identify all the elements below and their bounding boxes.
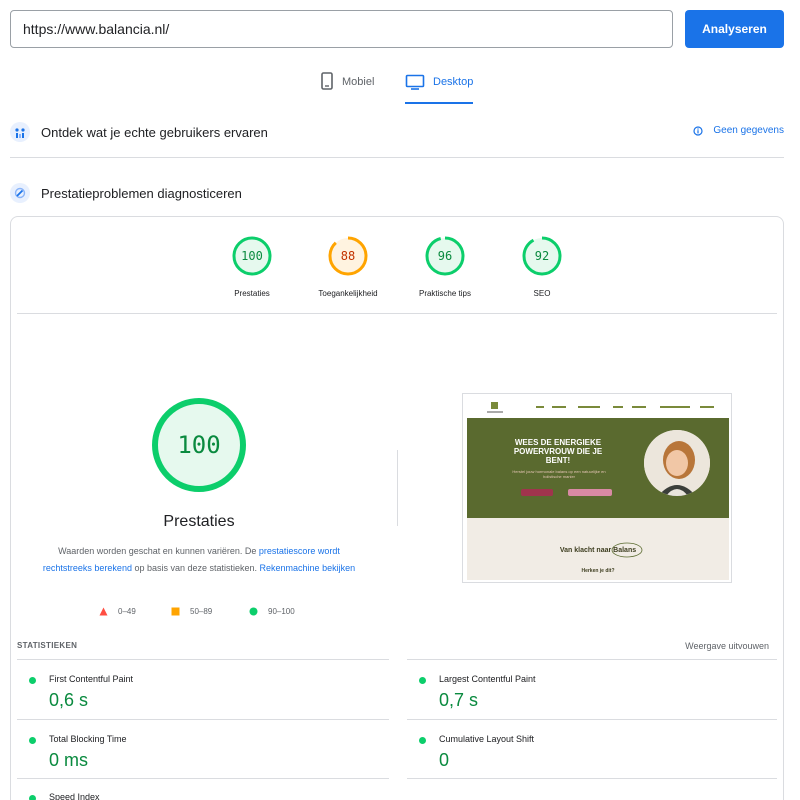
score-label: Praktische tips bbox=[418, 289, 472, 298]
monitor-icon bbox=[405, 74, 425, 90]
stats-divider-left bbox=[17, 778, 389, 779]
screenshot-subtext: Herstel jouw hormonale balans op een nat… bbox=[512, 469, 606, 479]
metric-speed-index: Speed Index bbox=[17, 783, 317, 800]
statistics-heading: STATISTIEKEN bbox=[17, 641, 78, 650]
lab-data-title: Prestatieproblemen diagnosticeren bbox=[41, 185, 242, 201]
screenshot-headline: WEES DE ENERGIEKE POWERVROUW DIE JE BENT… bbox=[513, 438, 603, 465]
screenshot-button-1 bbox=[521, 489, 553, 496]
metric-value: 0 bbox=[439, 750, 450, 770]
score-value: 96 bbox=[437, 249, 453, 263]
legend-fail: 0–49 bbox=[99, 607, 136, 616]
pass-dot-icon bbox=[419, 677, 426, 684]
stats-divider-right bbox=[407, 719, 777, 720]
stats-divider-left bbox=[17, 659, 389, 660]
score-gauge[interactable]: 100 bbox=[232, 236, 272, 276]
metric-value: 0,7 s bbox=[439, 690, 479, 710]
square-icon bbox=[171, 607, 180, 616]
legend-pass: 90–100 bbox=[249, 607, 295, 616]
score-label: Toegankelijkheid bbox=[318, 289, 378, 298]
screenshot-question: Herken je dit? bbox=[581, 568, 615, 574]
score-value: 100 bbox=[241, 249, 263, 263]
metric-name: Speed Index bbox=[49, 792, 100, 800]
performance-score: 100 bbox=[177, 431, 221, 459]
lab-data-section: Prestatieproblemen diagnosticeren bbox=[10, 181, 784, 205]
legend-fail-range: 0–49 bbox=[118, 607, 136, 616]
score-gauge[interactable]: 96 bbox=[425, 236, 465, 276]
tab-desktop[interactable]: Desktop bbox=[405, 66, 474, 104]
pass-dot-icon bbox=[29, 677, 36, 684]
pass-dot-icon bbox=[29, 795, 36, 800]
pass-dot-icon bbox=[419, 737, 426, 744]
legend-pass-range: 90–100 bbox=[268, 607, 295, 616]
stats-divider-right bbox=[407, 659, 777, 660]
calculator-link[interactable]: Rekenmachine bekijken bbox=[260, 563, 356, 573]
performance-label: Prestaties bbox=[163, 513, 235, 530]
field-data-section: Ontdek wat je echte gebruikers ervaren bbox=[10, 120, 784, 144]
phone-icon bbox=[321, 72, 333, 90]
score-gauge[interactable]: 92 bbox=[522, 236, 562, 276]
tab-mobile[interactable]: Mobiel bbox=[320, 66, 374, 104]
triangle-icon bbox=[99, 607, 108, 616]
field-data-title: Ontdek wat je echte gebruikers ervaren bbox=[41, 124, 268, 140]
section-divider bbox=[10, 157, 784, 158]
metric-cumulative-layout-shift: Cumulative Layout Shift 0 bbox=[407, 725, 707, 781]
report-card: 100 Prestaties 88 Toegankelijkheid 96 Praktis… bbox=[10, 216, 784, 800]
screenshot-button-2 bbox=[568, 489, 612, 496]
tab-desktop-label: Desktop bbox=[433, 76, 474, 88]
page-screenshot: WEES DE ENERGIEKE POWERVROUW DIE JE BENT… bbox=[462, 393, 732, 583]
score-value: 92 bbox=[534, 249, 550, 263]
metric-largest-contentful-paint: Largest Contentful Paint 0,7 s bbox=[407, 665, 707, 721]
performance-gauge: 100 bbox=[151, 397, 247, 493]
url-input[interactable] bbox=[10, 10, 673, 48]
stats-divider-right bbox=[407, 778, 777, 779]
screenshot-nav bbox=[463, 394, 731, 420]
no-data-link[interactable]: Geen gegevens bbox=[693, 125, 784, 136]
metric-name: Largest Contentful Paint bbox=[439, 674, 536, 684]
vertical-divider bbox=[397, 450, 398, 526]
stats-divider-left bbox=[17, 719, 389, 720]
desc-text-1: Waarden worden geschat en kunnen variëre… bbox=[58, 546, 259, 556]
device-tabs: Mobiel Desktop bbox=[310, 66, 510, 104]
metric-value: 0,6 s bbox=[49, 690, 89, 710]
metric-name: Total Blocking Time bbox=[49, 734, 127, 744]
score-label: SEO bbox=[533, 289, 551, 298]
circle-icon bbox=[249, 607, 258, 616]
tab-mobile-label: Mobiel bbox=[342, 76, 375, 88]
card-divider bbox=[17, 313, 777, 314]
desc-text-2: op basis van deze statistieken. bbox=[131, 563, 260, 573]
screenshot-hero: WEES DE ENERGIEKE POWERVROUW DIE JE BENT… bbox=[467, 418, 729, 518]
analyze-button[interactable]: Analyseren bbox=[685, 10, 784, 48]
metric-name: First Contentful Paint bbox=[49, 674, 134, 684]
score-legend: 0–49 50–89 90–100 bbox=[99, 607, 319, 621]
metric-total-blocking-time: Total Blocking Time 0 ms bbox=[17, 725, 317, 781]
screenshot-lower: Van klacht naar Balans Herken je dit? bbox=[467, 518, 729, 580]
performance-description: Waarden worden geschat en kunnen variëre… bbox=[39, 543, 359, 577]
expand-view-toggle[interactable]: Weergave uitvouwen bbox=[685, 641, 769, 651]
no-data-label: Geen gegevens bbox=[713, 125, 784, 136]
score-gauge[interactable]: 88 bbox=[328, 236, 368, 276]
portrait-photo bbox=[644, 430, 710, 496]
users-icon bbox=[10, 122, 30, 142]
score-label: Prestaties bbox=[234, 289, 270, 298]
score-value: 88 bbox=[340, 249, 356, 263]
screenshot-tagline: Van klacht naar Balans bbox=[559, 547, 637, 554]
metric-name: Cumulative Layout Shift bbox=[439, 734, 535, 744]
pass-dot-icon bbox=[29, 737, 36, 744]
metric-value: 0 ms bbox=[49, 750, 89, 770]
metric-first-contentful-paint: First Contentful Paint 0,6 s bbox=[17, 665, 317, 721]
legend-average-range: 50–89 bbox=[190, 607, 213, 616]
info-icon bbox=[693, 125, 703, 136]
legend-average: 50–89 bbox=[171, 607, 212, 616]
diagnose-icon bbox=[10, 183, 30, 203]
